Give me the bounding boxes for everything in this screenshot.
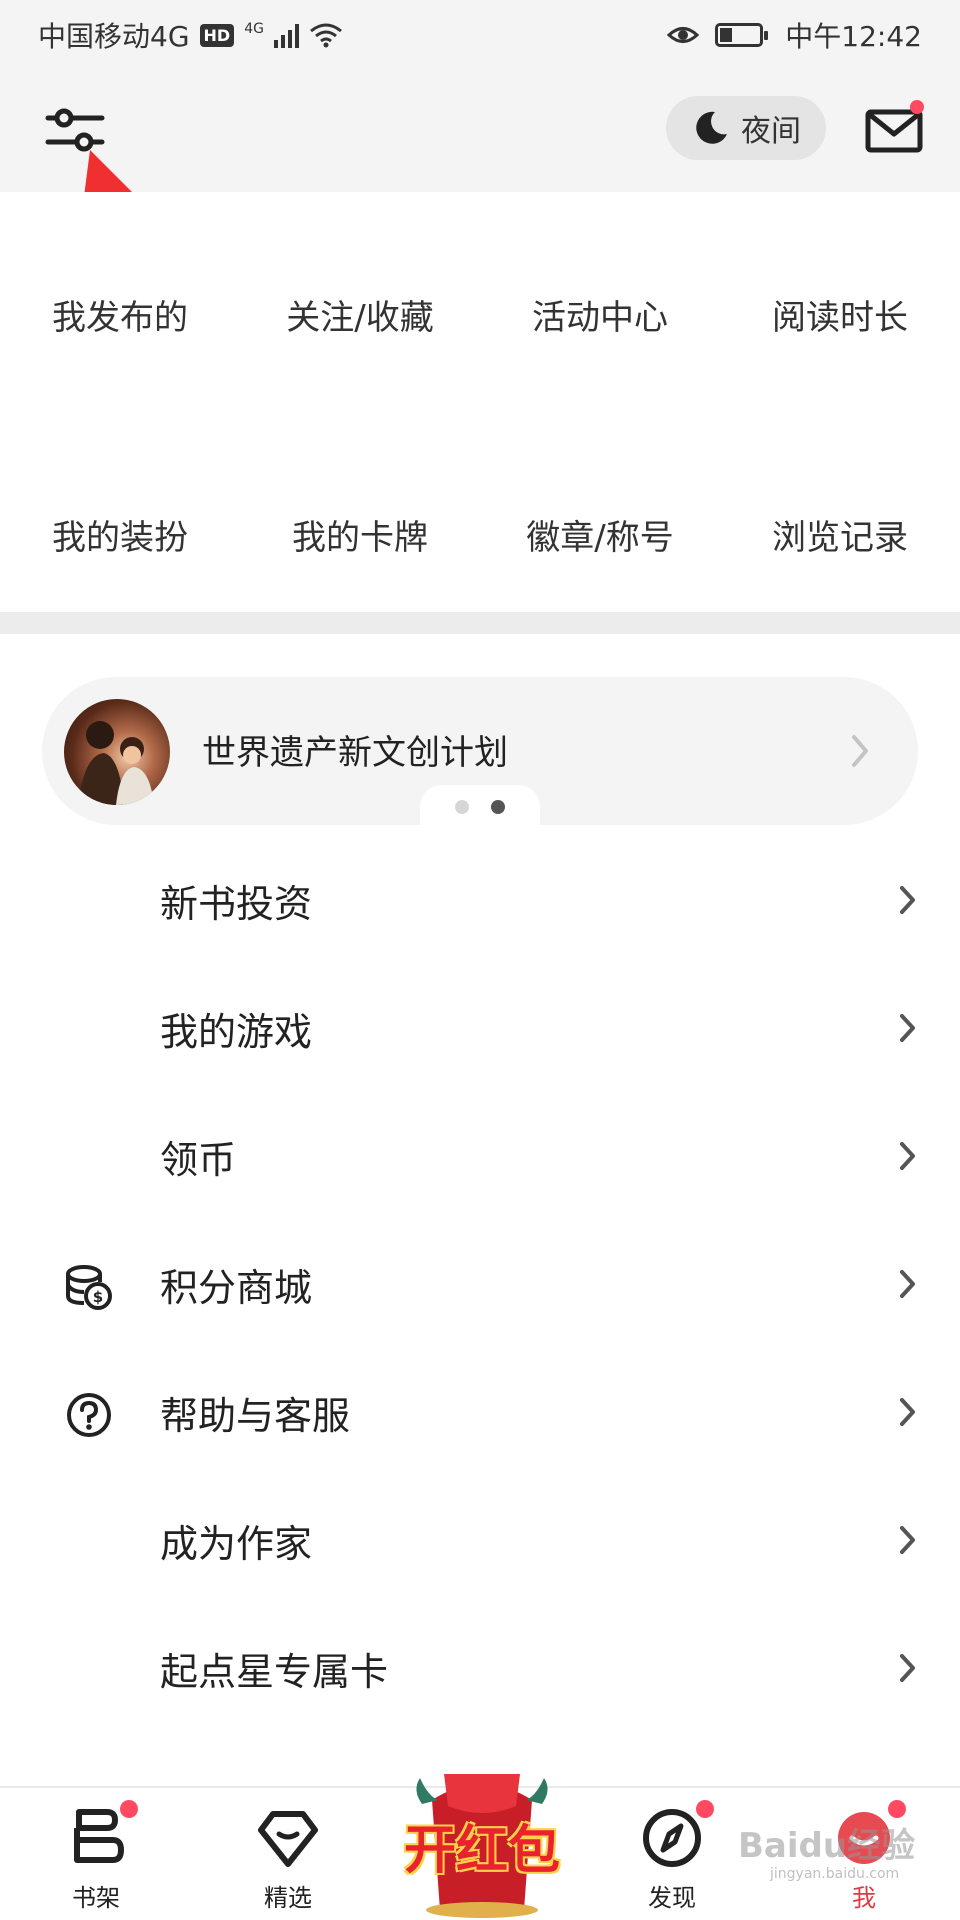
night-mode-label: 夜间 <box>741 114 801 149</box>
nav-bookshelf-label: 书架 <box>72 1884 120 1912</box>
chevron-right-icon <box>900 1014 915 1042</box>
nav-featured-label: 精选 <box>264 1884 312 1912</box>
watermark: Baidu经验 <box>738 1826 916 1866</box>
network-type: 4G <box>244 21 264 37</box>
grid-item-my-cards[interactable]: 我的卡牌 <box>240 510 480 559</box>
diamond-icon <box>258 1811 318 1867</box>
banner-image <box>64 699 170 805</box>
mail-notification-dot <box>910 100 924 114</box>
compass-icon <box>643 1809 701 1867</box>
banner-pager <box>420 785 540 829</box>
list-item-star-card[interactable]: 起点星专属卡 <box>0 1604 960 1732</box>
chevron-right-icon <box>900 1398 915 1426</box>
chevron-right-icon <box>900 1526 915 1554</box>
status-left: 中国移动4G HD 4G <box>38 15 343 55</box>
bookshelf-icon <box>74 1809 124 1863</box>
list-item-claim-coins[interactable]: 领币 <box>0 1092 960 1220</box>
grid-item-follow-favorites[interactable]: 关注/收藏 <box>240 290 480 339</box>
grid-item-browse-history[interactable]: 浏览记录 <box>720 510 960 559</box>
list-item-label: 我的游戏 <box>160 1009 313 1054</box>
chevron-right-icon <box>900 1654 915 1682</box>
wifi-icon <box>310 23 342 48</box>
section-divider <box>0 612 960 634</box>
shortcut-grid: 我发布的 关注/收藏 活动中心 阅读时长 我的装扮 我的卡牌 徽章/称号 浏览记… <box>0 192 960 612</box>
nav-discover-label: 发现 <box>648 1884 696 1912</box>
me-badge-dot <box>888 1800 906 1818</box>
night-mode-button[interactable]: 夜间 <box>666 96 826 160</box>
eye-icon <box>667 27 700 43</box>
list-item-points-mall[interactable]: $ 积分商城 <box>0 1220 960 1348</box>
red-packet-label: 开红包 <box>403 1821 560 1881</box>
grid-item-reading-time[interactable]: 阅读时长 <box>720 290 960 339</box>
help-circle-icon <box>67 1393 111 1437</box>
bookshelf-badge-dot <box>120 1800 138 1818</box>
chevron-right-icon <box>852 735 868 767</box>
list-item-my-games[interactable]: 我的游戏 <box>0 964 960 1092</box>
grid-item-badges-titles[interactable]: 徽章/称号 <box>480 510 720 559</box>
nav-discover[interactable]: 发现 <box>612 1806 732 1913</box>
list-item-label: 起点星专属卡 <box>160 1649 389 1694</box>
coins-icon: $ <box>66 1265 112 1310</box>
pager-dot[interactable] <box>455 800 469 814</box>
nav-featured[interactable]: 精选 <box>228 1806 348 1913</box>
discover-badge-dot <box>696 1800 714 1818</box>
svg-text:$: $ <box>93 1288 103 1306</box>
battery-icon <box>715 23 769 47</box>
list-item-label: 领币 <box>160 1137 237 1182</box>
chevron-right-icon <box>900 1142 915 1170</box>
watermark-url: jingyan.baidu.com <box>770 1866 900 1882</box>
carrier-label: 中国移动4G <box>38 20 190 53</box>
list-item-help-support[interactable]: 帮助与客服 <box>0 1348 960 1476</box>
pager-dot-active[interactable] <box>491 800 505 814</box>
hd-badge: HD <box>199 23 235 47</box>
grid-item-my-posts[interactable]: 我发布的 <box>0 290 240 339</box>
list-item-new-book-invest[interactable]: 新书投资 <box>0 836 960 964</box>
chevron-right-icon <box>900 1270 915 1298</box>
nav-bookshelf[interactable]: 书架 <box>36 1806 156 1913</box>
chevron-right-icon <box>900 886 915 914</box>
nav-me-label: 我 <box>852 1884 876 1912</box>
list-item-label: 成为作家 <box>160 1521 313 1566</box>
menu-list: 新书投资 我的游戏 领币 $ 积分商城 帮助与客服 成为作家 起点星专属卡 <box>0 836 960 1732</box>
list-item-label: 帮助与客服 <box>160 1393 351 1438</box>
list-item-label: 积分商城 <box>160 1265 313 1310</box>
moon-icon <box>696 111 727 144</box>
banner-title: 世界遗产新文创计划 <box>202 733 508 773</box>
list-item-become-writer[interactable]: 成为作家 <box>0 1476 960 1604</box>
status-right: 中午12:42 <box>667 15 922 55</box>
red-packet-button[interactable]: 开红包 <box>398 1760 566 1920</box>
list-item-label: 新书投资 <box>160 881 313 926</box>
clock: 中午12:42 <box>785 20 922 53</box>
signal-icon <box>273 22 299 48</box>
grid-item-activity-center[interactable]: 活动中心 <box>480 290 720 339</box>
status-bar: 中国移动4G HD 4G 中午12:42 <box>0 0 960 70</box>
grid-item-my-outfit[interactable]: 我的装扮 <box>0 510 240 559</box>
